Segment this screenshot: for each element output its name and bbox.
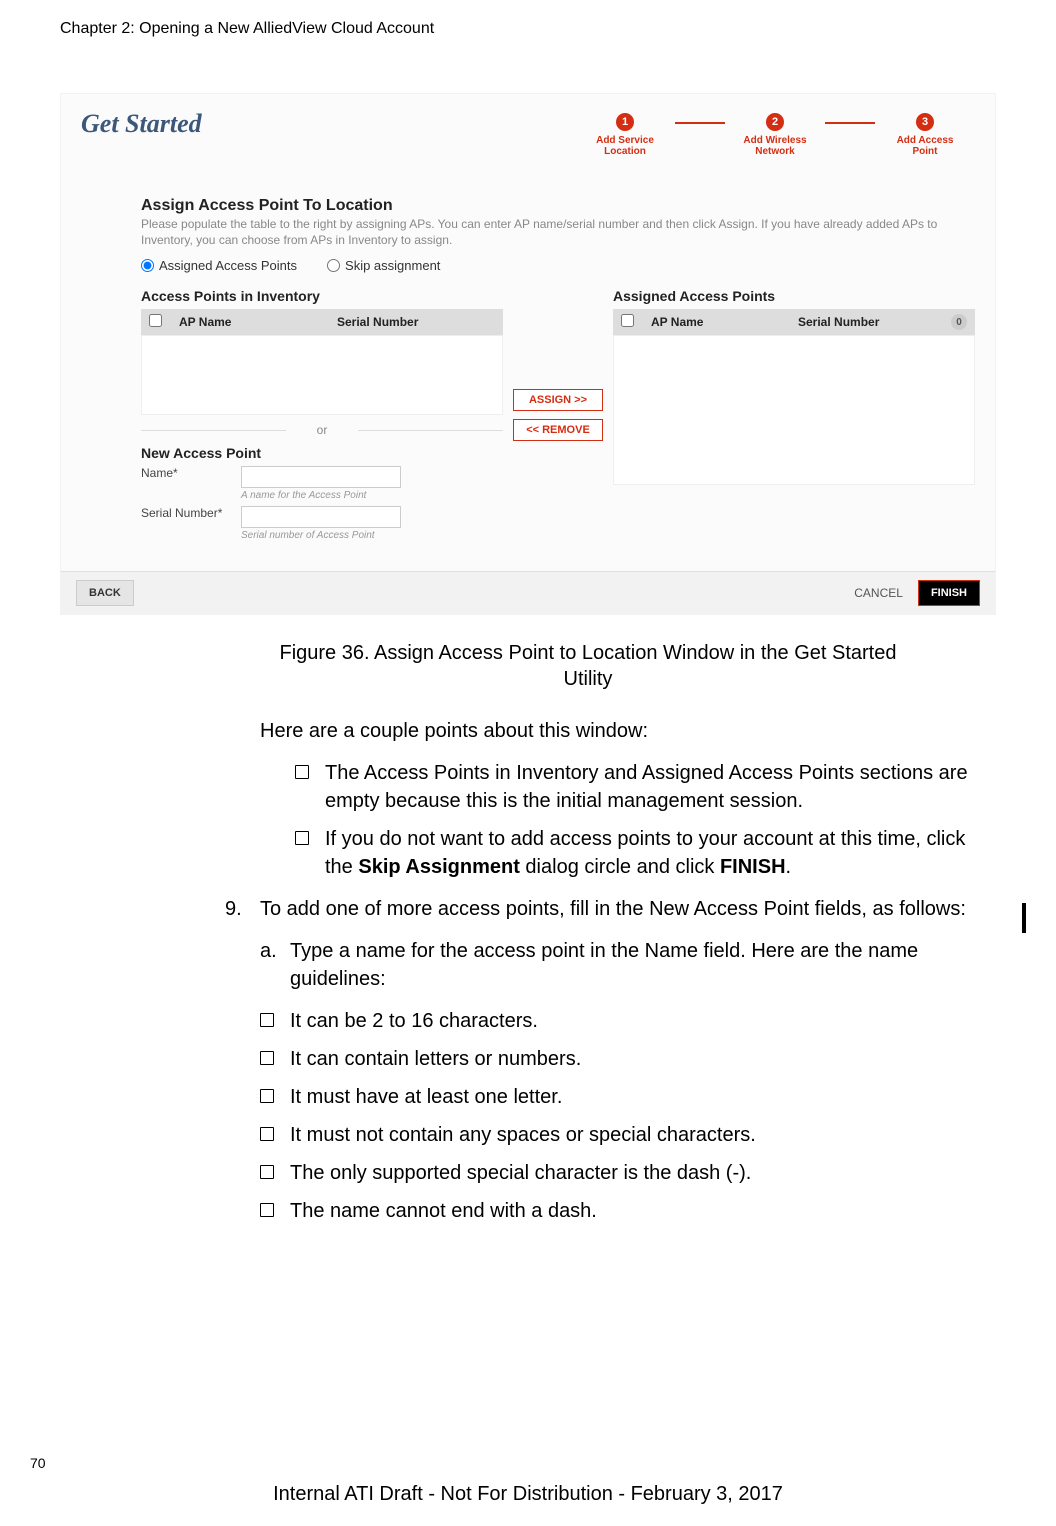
assigned-panel: Assigned Access Points AP Name Serial Nu… [613, 288, 975, 541]
guideline-item: It can be 2 to 16 characters. [260, 1007, 976, 1035]
bold-text: FINISH [720, 856, 786, 878]
inventory-select-all-checkbox[interactable] [149, 314, 162, 327]
guideline-item: It can contain letters or numbers. [260, 1045, 976, 1073]
bullet-item: The Access Points in Inventory and Assig… [295, 759, 976, 815]
get-started-title: Get Started [81, 109, 202, 139]
bold-text: Skip Assignment [358, 856, 520, 878]
assigned-col-sn: Serial Number [798, 315, 945, 329]
serial-label: Serial Number* [141, 506, 241, 520]
intro-text: Here are a couple points about this wind… [260, 717, 976, 745]
or-divider: or [141, 423, 503, 437]
list-text: . [786, 856, 792, 878]
serial-input[interactable] [241, 506, 401, 528]
guideline-item: The name cannot end with a dash. [260, 1197, 976, 1225]
step-text: To add one of more access points, fill i… [260, 895, 976, 923]
radio-skip-label: Skip assignment [345, 258, 440, 273]
guideline-item: The only supported special character is … [260, 1159, 976, 1187]
bullet-item: If you do not want to add access points … [295, 825, 976, 881]
step-3-circle: 3 [916, 113, 934, 131]
assigned-col-apname: AP Name [651, 315, 798, 329]
inventory-title: Access Points in Inventory [141, 288, 503, 304]
figure-screenshot: Get Started 1 Add ServiceLocation 2 Add … [60, 93, 996, 615]
change-bar [1022, 903, 1026, 933]
radio-skip[interactable]: Skip assignment [327, 258, 440, 273]
guideline-item: It must not contain any spaces or specia… [260, 1121, 976, 1149]
inventory-panel: Access Points in Inventory AP Name Seria… [141, 288, 503, 541]
new-ap-title: New Access Point [141, 445, 503, 461]
inventory-col-apname: AP Name [179, 315, 337, 329]
radio-assigned[interactable]: Assigned Access Points [141, 258, 297, 273]
assign-section-desc: Please populate the table to the right b… [141, 217, 975, 248]
step-number: 9. [225, 895, 260, 923]
step-2-circle: 2 [766, 113, 784, 131]
progress-stepper: 1 Add ServiceLocation 2 Add WirelessNetw… [575, 113, 975, 157]
remove-button[interactable]: << REMOVE [513, 419, 603, 441]
inventory-table-header: AP Name Serial Number [141, 309, 503, 335]
chapter-header: Chapter 2: Opening a New AlliedView Clou… [60, 20, 996, 38]
cancel-button[interactable]: CANCEL [854, 586, 903, 600]
assign-section-title: Assign Access Point To Location [141, 197, 975, 215]
step-1-label: Add ServiceLocation [596, 135, 654, 157]
step-1-circle: 1 [616, 113, 634, 131]
assigned-select-all-checkbox[interactable] [621, 314, 634, 327]
finish-button[interactable]: FINISH [918, 580, 980, 606]
serial-hint: Serial number of Access Point [241, 530, 401, 541]
step-3-label: Add AccessPoint [897, 135, 954, 157]
substep-text: Type a name for the access point in the … [290, 937, 976, 993]
substep-letter: a. [260, 937, 290, 993]
assigned-count-badge: 0 [951, 314, 967, 330]
name-hint: A name for the Access Point [241, 490, 401, 501]
step-connector [825, 122, 875, 124]
assign-button[interactable]: ASSIGN >> [513, 389, 603, 411]
list-text: dialog circle and click [520, 856, 720, 878]
inventory-col-sn: Serial Number [337, 315, 495, 329]
assigned-table-header: AP Name Serial Number 0 [613, 309, 975, 335]
assigned-table-body [613, 335, 975, 485]
radio-assigned-label: Assigned Access Points [159, 258, 297, 273]
inventory-table-body [141, 335, 503, 415]
back-button[interactable]: BACK [76, 580, 134, 606]
radio-skip-input[interactable] [327, 259, 340, 272]
wizard-footer-bar: BACK CANCEL FINISH [61, 571, 995, 614]
step-connector [675, 122, 725, 124]
step-2-label: Add WirelessNetwork [743, 135, 806, 157]
name-label: Name* [141, 466, 241, 480]
figure-caption: Figure 36. Assign Access Point to Locati… [260, 640, 916, 692]
radio-assigned-input[interactable] [141, 259, 154, 272]
assigned-title: Assigned Access Points [613, 288, 975, 304]
page-number: 70 [30, 1455, 46, 1471]
guideline-item: It must have at least one letter. [260, 1083, 976, 1111]
name-input[interactable] [241, 466, 401, 488]
footer-line: Internal ATI Draft - Not For Distributio… [0, 1483, 1056, 1506]
